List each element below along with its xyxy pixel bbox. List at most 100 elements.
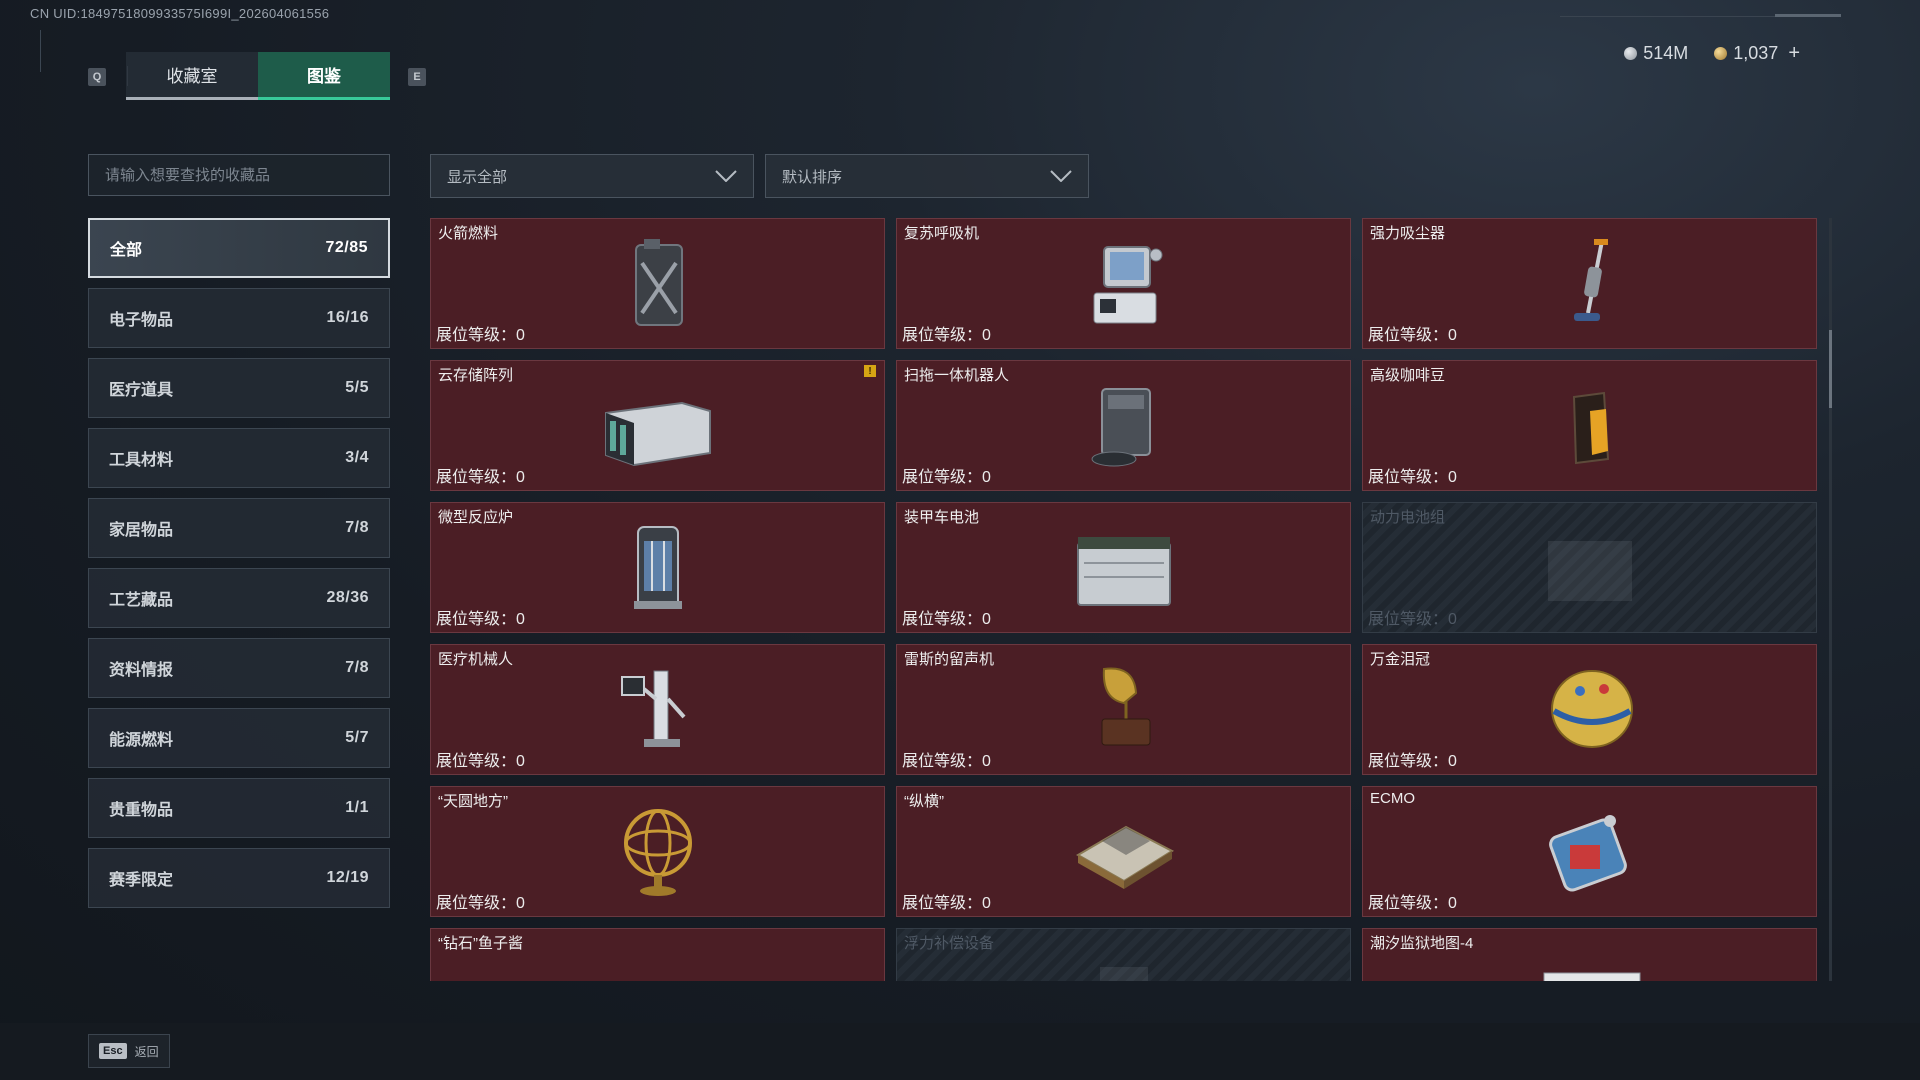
player-uid: CN UID:1849751809933575I699I_20260406155… (30, 6, 330, 21)
collectibles-grid: 火箭燃料 展位等级：0 复苏呼吸机 展位等级：0 强力吸尘器 展位等级：0 云存… (430, 218, 1830, 981)
item-card-buoyancy-device-locked[interactable]: 浮力补偿设备 展位等级：0 (896, 928, 1351, 981)
booth-level: 展位等级：0 (1368, 469, 1457, 486)
item-name: 潮汐监狱地图-4 (1370, 935, 1474, 952)
ventilator-icon (1093, 246, 1162, 324)
item-name: 高级咖啡豆 (1370, 367, 1446, 384)
filter-dropdown[interactable]: 显示全部 (430, 154, 754, 198)
item-card-diamond-caviar[interactable]: “钻石”鱼子酱 展位等级：0 (430, 928, 885, 981)
category-electronics[interactable]: 电子物品 16/16 (88, 288, 390, 348)
decorative-line (1775, 14, 1841, 17)
item-card-ecmo[interactable]: ECMO 展位等级：0 (1362, 786, 1817, 917)
gold-coin-icon (1714, 47, 1728, 60)
filter-dropdown-label: 显示全部 (447, 168, 508, 186)
category-medical[interactable]: 医疗道具 5/5 (88, 358, 390, 418)
item-card-armored-battery[interactable]: 装甲车电池 展位等级：0 (896, 502, 1351, 633)
reactor-icon (633, 526, 682, 609)
jeweled-egg-icon (1550, 670, 1633, 748)
category-valuables[interactable]: 贵重物品 1/1 (88, 778, 390, 838)
coffee-bag-icon (1572, 391, 1609, 465)
category-label: 医疗道具 (109, 382, 174, 399)
gold-amount: 1,037 (1733, 43, 1779, 63)
scrollbar-thumb[interactable] (1829, 330, 1832, 408)
category-count: 12/19 (326, 869, 369, 886)
caviar-tin-icon (598, 943, 718, 981)
category-count: 16/16 (326, 309, 369, 326)
category-count: 28/36 (326, 589, 369, 606)
booth-level: 展位等级：0 (1368, 611, 1457, 628)
category-count: 7/8 (345, 519, 369, 536)
item-card-vacuum[interactable]: 强力吸尘器 展位等级：0 (1362, 218, 1817, 349)
gold-currency: 1,037 + (1714, 42, 1800, 65)
bcd-icon (1099, 967, 1148, 981)
item-card-jeweled-crown[interactable]: 万金泪冠 展位等级：0 (1362, 644, 1817, 775)
category-intel[interactable]: 资料情报 7/8 (88, 638, 390, 698)
item-card-cloud-storage[interactable]: 云存储阵列 ! 展位等级：0 (430, 360, 885, 491)
item-name: 扫拖一体机器人 (904, 367, 1010, 384)
category-count: 5/5 (345, 379, 369, 396)
back-label: 返回 (134, 1044, 159, 1059)
chessboard-icon (1075, 825, 1174, 889)
medical-robot-icon (620, 670, 685, 747)
item-card-power-battery-locked[interactable]: 动力电池组 展位等级：0 (1362, 502, 1817, 633)
item-name: “钻石”鱼子酱 (438, 935, 523, 952)
chevron-down-icon (1050, 170, 1072, 182)
category-count: 3/4 (345, 449, 369, 466)
battery-pack-icon (1547, 541, 1632, 601)
ecmo-icon (1548, 815, 1627, 892)
item-card-armillary[interactable]: “天圆地方” 展位等级：0 (430, 786, 885, 917)
booth-level: 展位等级：0 (436, 469, 525, 486)
item-name: 万金泪冠 (1370, 651, 1431, 668)
item-card-chessboard[interactable]: “纵横” 展位等级：0 (896, 786, 1351, 917)
back-button[interactable]: Esc 返回 (88, 1034, 170, 1068)
vacuum-icon (1573, 239, 1608, 321)
armillary-icon (623, 809, 692, 896)
item-name: “纵横” (904, 793, 944, 810)
category-count: 7/8 (345, 659, 369, 676)
category-energy[interactable]: 能源燃料 5/7 (88, 708, 390, 768)
item-card-ventilator[interactable]: 复苏呼吸机 展位等级：0 (896, 218, 1351, 349)
gramophone-icon (1101, 667, 1150, 746)
item-card-prison-map[interactable]: 潮汐监狱地图-4 展位等级：0 (1362, 928, 1817, 981)
category-count: 5/7 (345, 729, 369, 746)
item-name: 装甲车电池 (904, 509, 980, 526)
category-season[interactable]: 赛季限定 12/19 (88, 848, 390, 908)
robot-mop-icon (1091, 388, 1151, 467)
add-currency-button[interactable]: + (1788, 42, 1800, 65)
category-crafts[interactable]: 工艺藏品 28/36 (88, 568, 390, 628)
item-card-gramophone[interactable]: 雷斯的留声机 展位等级：0 (896, 644, 1351, 775)
currency-display: 514M 1,037 + (1624, 42, 1800, 65)
booth-level: 展位等级：0 (1368, 327, 1457, 344)
category-label: 工艺藏品 (109, 592, 174, 609)
key-hint-e: E (408, 68, 426, 86)
chevron-down-icon (715, 170, 737, 182)
item-name: 浮力补偿设备 (904, 935, 995, 952)
category-household[interactable]: 家居物品 7/8 (88, 498, 390, 558)
sort-dropdown-label: 默认排序 (782, 168, 843, 186)
category-label: 家居物品 (109, 522, 174, 539)
item-name: 医疗机械人 (438, 651, 514, 668)
item-card-micro-reactor[interactable]: 微型反应炉 展位等级：0 (430, 502, 885, 633)
search-input[interactable] (88, 154, 390, 196)
storage-array-icon (604, 401, 711, 467)
fuel-canister-icon (634, 239, 683, 326)
category-tools[interactable]: 工具材料 3/4 (88, 428, 390, 488)
item-name: 火箭燃料 (438, 225, 499, 242)
item-card-robot-mop[interactable]: 扫拖一体机器人 展位等级：0 (896, 360, 1351, 491)
booth-level: 展位等级：0 (436, 611, 525, 628)
item-name: 复苏呼吸机 (904, 225, 980, 242)
tab-collection-room[interactable]: 收藏室 (126, 52, 258, 100)
booth-level: 展位等级：0 (436, 895, 525, 912)
booth-level: 展位等级：0 (902, 327, 991, 344)
item-card-rocket-fuel[interactable]: 火箭燃料 展位等级：0 (430, 218, 885, 349)
booth-level: 展位等级：0 (902, 469, 991, 486)
category-label: 电子物品 (109, 312, 174, 329)
silver-currency: 514M (1624, 43, 1688, 64)
item-card-coffee-beans[interactable]: 高级咖啡豆 展位等级：0 (1362, 360, 1817, 491)
category-label: 贵重物品 (109, 802, 174, 819)
item-card-medical-robot[interactable]: 医疗机械人 展位等级：0 (430, 644, 885, 775)
sort-dropdown[interactable]: 默认排序 (765, 154, 1089, 198)
category-all[interactable]: 全部 72/85 (88, 218, 390, 278)
category-label: 能源燃料 (109, 732, 174, 749)
category-label: 工具材料 (109, 452, 174, 469)
tab-catalog[interactable]: 图鉴 (258, 52, 390, 100)
